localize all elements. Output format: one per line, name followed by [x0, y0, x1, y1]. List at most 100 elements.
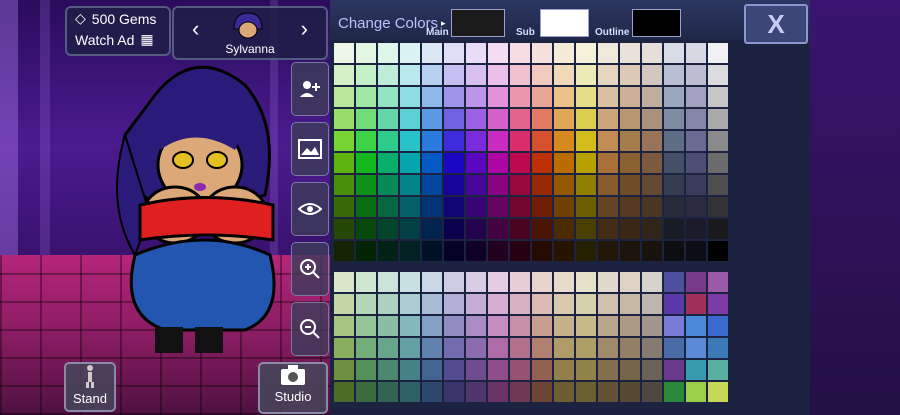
- color-cell[interactable]: [598, 241, 618, 261]
- color-cell[interactable]: [334, 43, 354, 63]
- color-cell[interactable]: [444, 382, 464, 402]
- color-cell[interactable]: [554, 197, 574, 217]
- color-cell[interactable]: [444, 219, 464, 239]
- color-cell[interactable]: [444, 316, 464, 336]
- color-cell[interactable]: [444, 65, 464, 85]
- color-cell[interactable]: [422, 87, 442, 107]
- color-cell[interactable]: [422, 197, 442, 217]
- color-cell[interactable]: [466, 241, 486, 261]
- color-cell[interactable]: [334, 272, 354, 292]
- color-cell[interactable]: [664, 382, 684, 402]
- sub-color-swatch[interactable]: [540, 9, 589, 37]
- stand-button[interactable]: Stand: [64, 362, 116, 412]
- color-cell[interactable]: [620, 219, 640, 239]
- color-cell[interactable]: [466, 43, 486, 63]
- color-cell[interactable]: [334, 294, 354, 314]
- color-cell[interactable]: [642, 382, 662, 402]
- color-cell[interactable]: [466, 382, 486, 402]
- color-cell[interactable]: [642, 43, 662, 63]
- color-cell[interactable]: [510, 338, 530, 358]
- color-cell[interactable]: [642, 316, 662, 336]
- color-cell[interactable]: [510, 316, 530, 336]
- color-cell[interactable]: [334, 175, 354, 195]
- color-cell[interactable]: [532, 197, 552, 217]
- color-cell[interactable]: [708, 241, 728, 261]
- color-cell[interactable]: [708, 316, 728, 336]
- color-cell[interactable]: [444, 197, 464, 217]
- color-cell[interactable]: [598, 131, 618, 151]
- color-cell[interactable]: [664, 43, 684, 63]
- color-cell[interactable]: [356, 153, 376, 173]
- color-cell[interactable]: [356, 175, 376, 195]
- color-cell[interactable]: [686, 338, 706, 358]
- color-cell[interactable]: [422, 294, 442, 314]
- color-cell[interactable]: [554, 219, 574, 239]
- color-cell[interactable]: [356, 294, 376, 314]
- color-cell[interactable]: [510, 382, 530, 402]
- color-cell[interactable]: [686, 272, 706, 292]
- color-cell[interactable]: [334, 241, 354, 261]
- color-cell[interactable]: [642, 219, 662, 239]
- color-cell[interactable]: [334, 153, 354, 173]
- color-cell[interactable]: [466, 65, 486, 85]
- color-cell[interactable]: [686, 109, 706, 129]
- color-cell[interactable]: [708, 153, 728, 173]
- color-cell[interactable]: [444, 360, 464, 380]
- color-cell[interactable]: [686, 65, 706, 85]
- color-cell[interactable]: [664, 175, 684, 195]
- color-cell[interactable]: [356, 65, 376, 85]
- color-cell[interactable]: [488, 272, 508, 292]
- color-cell[interactable]: [620, 87, 640, 107]
- color-cell[interactable]: [356, 219, 376, 239]
- prev-character-button[interactable]: ‹: [192, 16, 199, 42]
- color-cell[interactable]: [488, 316, 508, 336]
- color-cell[interactable]: [642, 294, 662, 314]
- color-cell[interactable]: [686, 219, 706, 239]
- color-cell[interactable]: [664, 65, 684, 85]
- color-cell[interactable]: [400, 65, 420, 85]
- color-cell[interactable]: [708, 338, 728, 358]
- color-cell[interactable]: [400, 131, 420, 151]
- visibility-button[interactable]: [291, 182, 329, 236]
- color-cell[interactable]: [444, 241, 464, 261]
- color-cell[interactable]: [532, 131, 552, 151]
- color-cell[interactable]: [598, 338, 618, 358]
- background-button[interactable]: [291, 122, 329, 176]
- color-cell[interactable]: [554, 65, 574, 85]
- color-cell[interactable]: [400, 360, 420, 380]
- color-cell[interactable]: [554, 338, 574, 358]
- color-cell[interactable]: [444, 87, 464, 107]
- color-cell[interactable]: [510, 65, 530, 85]
- color-cell[interactable]: [620, 109, 640, 129]
- color-cell[interactable]: [400, 43, 420, 63]
- color-cell[interactable]: [576, 241, 596, 261]
- color-cell[interactable]: [554, 360, 574, 380]
- color-cell[interactable]: [576, 87, 596, 107]
- color-cell[interactable]: [510, 87, 530, 107]
- color-cell[interactable]: [554, 241, 574, 261]
- color-cell[interactable]: [708, 65, 728, 85]
- color-cell[interactable]: [642, 241, 662, 261]
- color-cell[interactable]: [422, 175, 442, 195]
- color-cell[interactable]: [664, 316, 684, 336]
- color-cell[interactable]: [334, 316, 354, 336]
- color-cell[interactable]: [400, 241, 420, 261]
- color-cell[interactable]: [620, 241, 640, 261]
- color-cell[interactable]: [444, 175, 464, 195]
- color-cell[interactable]: [356, 241, 376, 261]
- color-cell[interactable]: [356, 197, 376, 217]
- color-cell[interactable]: [554, 43, 574, 63]
- color-cell[interactable]: [378, 175, 398, 195]
- color-cell[interactable]: [532, 65, 552, 85]
- color-cell[interactable]: [356, 87, 376, 107]
- color-cell[interactable]: [554, 109, 574, 129]
- color-cell[interactable]: [708, 87, 728, 107]
- color-cell[interactable]: [708, 109, 728, 129]
- color-cell[interactable]: [664, 360, 684, 380]
- color-cell[interactable]: [422, 109, 442, 129]
- color-cell[interactable]: [422, 43, 442, 63]
- color-cell[interactable]: [488, 360, 508, 380]
- color-cell[interactable]: [510, 153, 530, 173]
- color-cell[interactable]: [532, 360, 552, 380]
- color-cell[interactable]: [620, 382, 640, 402]
